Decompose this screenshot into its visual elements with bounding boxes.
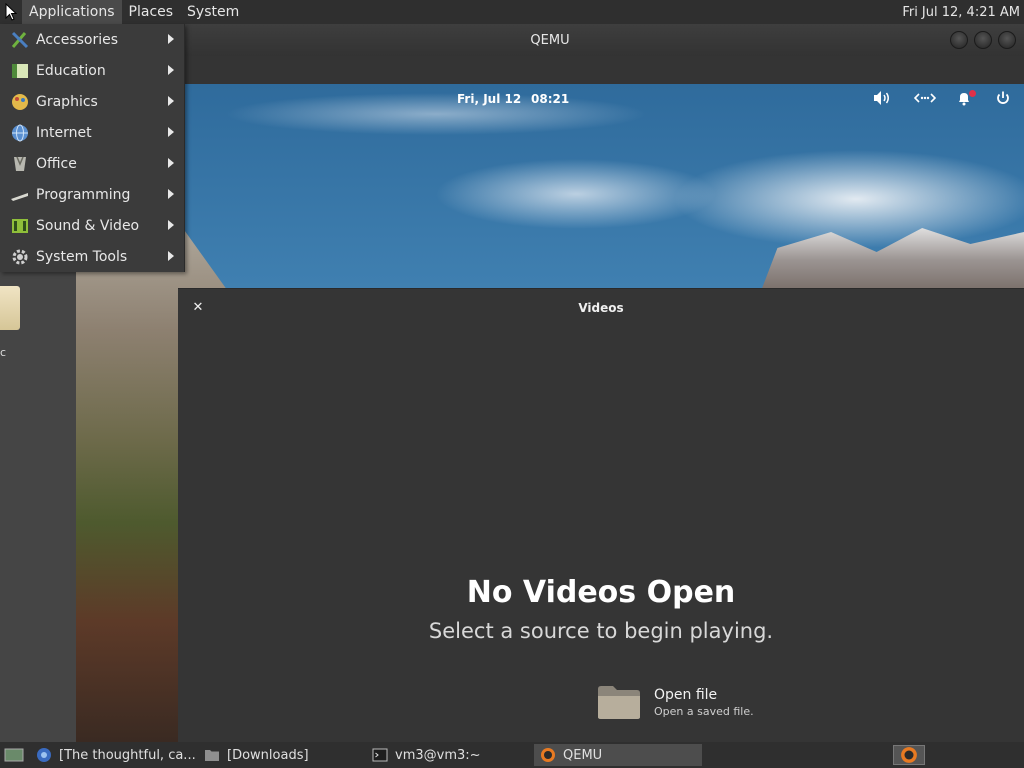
programming-icon bbox=[8, 184, 32, 206]
volume-icon[interactable] bbox=[872, 90, 892, 108]
taskbar-item-label: [The thoughtful, ca... bbox=[59, 747, 196, 763]
submenu-arrow-icon bbox=[168, 127, 174, 137]
minimize-button[interactable] bbox=[950, 31, 968, 49]
taskbar-item-label: QEMU bbox=[563, 747, 603, 763]
terminal-icon bbox=[372, 747, 388, 763]
places-menu[interactable]: Places bbox=[122, 0, 181, 24]
submenu-arrow-icon bbox=[168, 220, 174, 230]
menu-item-label: Programming bbox=[36, 186, 131, 203]
videos-app-window: ✕ Videos No Videos Open Select a source … bbox=[178, 288, 1024, 742]
show-desktop-button[interactable] bbox=[0, 744, 30, 766]
internet-icon bbox=[8, 122, 32, 144]
graphics-icon bbox=[8, 91, 32, 113]
open-file-button[interactable]: Open file Open a saved file. bbox=[596, 679, 796, 725]
open-file-description: Open a saved file. bbox=[654, 704, 754, 718]
submenu-arrow-icon bbox=[168, 34, 174, 44]
menu-item-label: Accessories bbox=[36, 31, 119, 48]
taskbar-item-label: vm3@vm3:~ bbox=[395, 747, 481, 763]
education-icon bbox=[8, 60, 32, 82]
taskbar-item-qemu[interactable]: QEMU bbox=[534, 744, 702, 766]
power-icon[interactable] bbox=[993, 90, 1013, 108]
taskbar-item-downloads[interactable]: [Downloads] bbox=[198, 744, 366, 766]
desktop-file-icon[interactable] bbox=[0, 286, 20, 330]
sound-video-icon bbox=[8, 215, 32, 237]
folder-icon bbox=[596, 683, 642, 721]
qemu-window: QEMU Fri, Jul 12 08:21 ✕ Videos No Video… bbox=[76, 24, 1024, 742]
empty-state-title: No Videos Open bbox=[466, 575, 736, 610]
desktop-file-label: c bbox=[0, 346, 7, 359]
taskbar-item-label: [Downloads] bbox=[227, 747, 309, 763]
menu-item-graphics[interactable]: Graphics bbox=[0, 86, 184, 117]
guest-date[interactable]: Fri, Jul 12 bbox=[457, 92, 521, 106]
submenu-arrow-icon bbox=[168, 158, 174, 168]
applications-dropdown: Accessories Education Graphics Internet … bbox=[0, 24, 185, 272]
menu-item-sound-video[interactable]: Sound & Video bbox=[0, 210, 184, 241]
guest-time[interactable]: 08:21 bbox=[531, 92, 569, 106]
menu-item-system-tools[interactable]: System Tools bbox=[0, 241, 184, 272]
system-menu[interactable]: System bbox=[180, 0, 246, 24]
menu-item-accessories[interactable]: Accessories bbox=[0, 24, 184, 55]
menu-item-programming[interactable]: Programming bbox=[0, 179, 184, 210]
empty-state-subtitle: Select a source to begin playing. bbox=[428, 619, 774, 643]
menu-item-internet[interactable]: Internet bbox=[0, 117, 184, 148]
menu-item-education[interactable]: Education bbox=[0, 55, 184, 86]
top-panel: Applications Places System Fri Jul 12, 4… bbox=[0, 0, 1024, 24]
submenu-arrow-icon bbox=[168, 65, 174, 75]
qemu-window-title: QEMU bbox=[530, 32, 570, 48]
tray-qemu-icon[interactable] bbox=[893, 745, 925, 765]
office-icon bbox=[8, 153, 32, 175]
qemu-titlebar[interactable]: QEMU bbox=[76, 24, 1024, 56]
network-icon[interactable] bbox=[913, 90, 937, 108]
qemu-icon bbox=[540, 747, 556, 763]
taskbar-item-browser[interactable]: [The thoughtful, ca... bbox=[30, 744, 198, 766]
applications-menu[interactable]: Applications bbox=[22, 0, 122, 24]
menu-item-label: Graphics bbox=[36, 93, 98, 110]
accessories-icon bbox=[8, 29, 32, 51]
system-tools-icon bbox=[8, 246, 32, 268]
maximize-button[interactable] bbox=[974, 31, 992, 49]
submenu-arrow-icon bbox=[168, 96, 174, 106]
open-file-label: Open file bbox=[654, 686, 718, 703]
videos-headerbar[interactable]: ✕ Videos bbox=[178, 289, 1024, 327]
menu-item-label: Sound & Video bbox=[36, 217, 140, 234]
menu-item-label: Internet bbox=[36, 124, 92, 141]
taskbar-item-terminal[interactable]: vm3@vm3:~ bbox=[366, 744, 534, 766]
menu-item-office[interactable]: Office bbox=[0, 148, 184, 179]
browser-icon bbox=[36, 747, 52, 763]
notifications-icon[interactable] bbox=[954, 90, 976, 108]
taskbar: [The thoughtful, ca... [Downloads] vm3@v… bbox=[0, 742, 1024, 768]
panel-clock[interactable]: Fri Jul 12, 4:21 AM bbox=[902, 5, 1024, 20]
menu-item-label: Education bbox=[36, 62, 106, 79]
guest-topbar: Fri, Jul 12 08:21 bbox=[76, 84, 1024, 114]
qemu-toolbar bbox=[76, 56, 1024, 84]
guest-screen[interactable]: Fri, Jul 12 08:21 ✕ Videos No Videos Ope… bbox=[76, 84, 1024, 742]
submenu-arrow-icon bbox=[168, 251, 174, 261]
folder-icon bbox=[204, 747, 220, 763]
menu-item-label: System Tools bbox=[36, 248, 128, 265]
mouse-pointer-icon bbox=[0, 0, 22, 24]
submenu-arrow-icon bbox=[168, 189, 174, 199]
notification-badge bbox=[969, 90, 976, 97]
menu-item-label: Office bbox=[36, 155, 77, 172]
close-button[interactable] bbox=[998, 31, 1016, 49]
videos-title: Videos bbox=[578, 301, 624, 315]
